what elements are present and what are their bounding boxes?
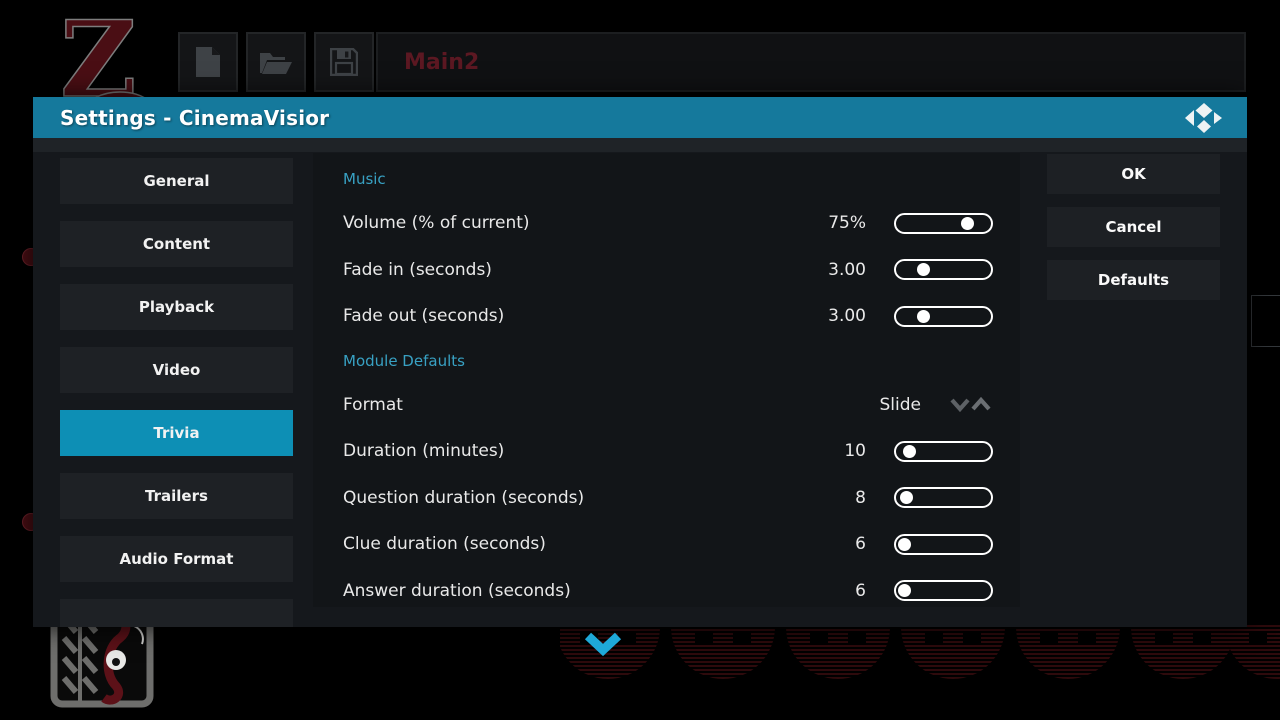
cancel-button[interactable]: Cancel xyxy=(1047,207,1220,247)
dialog-titlebar: Settings - CinemaVisior xyxy=(33,97,1247,138)
kodi-logo-icon xyxy=(1185,103,1223,133)
category-label: Content xyxy=(143,235,210,253)
setting-value: 8 xyxy=(855,488,866,508)
svg-text:Z: Z xyxy=(60,8,137,100)
dialog-actions: OK Cancel Defaults xyxy=(1047,154,1220,313)
slider-knob[interactable] xyxy=(900,491,913,504)
filename-field[interactable]: Main2 xyxy=(376,32,1246,92)
slider-knob[interactable] xyxy=(903,445,916,458)
slider-knob[interactable] xyxy=(917,310,930,323)
category-label: Trivia xyxy=(153,424,199,442)
setting-slider[interactable] xyxy=(894,306,993,327)
section-heading: Music xyxy=(313,158,1020,200)
chevron-down-icon xyxy=(952,400,968,409)
button-label: Defaults xyxy=(1098,271,1169,289)
save-icon xyxy=(330,48,358,76)
category-label: General xyxy=(144,172,210,190)
scroll-down-chevron-icon[interactable] xyxy=(583,631,623,659)
setting-row[interactable]: Fade in (seconds)3.00 xyxy=(313,247,1020,294)
category-label: Playback xyxy=(139,298,214,316)
settings-dialog: Settings - CinemaVisior General Content Pl… xyxy=(33,97,1247,627)
setting-label: Answer duration (seconds) xyxy=(343,581,855,601)
filename-value: Main2 xyxy=(404,50,479,75)
category-sidebar: General Content Playback Video Trivia Trailer… xyxy=(60,158,293,627)
section-heading: Module Defaults xyxy=(313,340,1020,382)
setting-row[interactable]: Fade out (seconds)3.00 xyxy=(313,293,1020,340)
setting-label: Clue duration (seconds) xyxy=(343,534,855,554)
ok-button[interactable]: OK xyxy=(1047,154,1220,194)
setting-value: 3.00 xyxy=(828,306,866,326)
sidebar-category-video[interactable]: Video xyxy=(60,347,293,393)
setting-value: 75% xyxy=(828,213,866,233)
open-folder-icon xyxy=(259,49,293,75)
setting-row[interactable]: Answer duration (seconds)6 xyxy=(313,568,1020,615)
new-file-icon xyxy=(194,46,222,78)
background-edge-box xyxy=(1251,295,1280,347)
sidebar-category-audio-format[interactable]: Audio Format xyxy=(60,536,293,582)
setting-slider[interactable] xyxy=(894,580,993,601)
setting-value: 6 xyxy=(855,581,866,601)
button-label: OK xyxy=(1121,165,1145,183)
setting-label: Duration (minutes) xyxy=(343,441,844,461)
dialog-top-strip xyxy=(33,138,1247,152)
setting-label: Fade in (seconds) xyxy=(343,260,828,280)
setting-slider[interactable] xyxy=(894,213,993,234)
setting-label: Volume (% of current) xyxy=(343,213,828,233)
button-label: Cancel xyxy=(1105,218,1161,236)
setting-row[interactable]: Duration (minutes)10 xyxy=(313,428,1020,475)
sidebar-category-general[interactable]: General xyxy=(60,158,293,204)
setting-label: Format xyxy=(343,395,880,415)
setting-value: Slide xyxy=(880,395,922,415)
setting-slider[interactable] xyxy=(894,534,993,555)
setting-row[interactable]: Volume (% of current)75% xyxy=(313,200,1020,247)
slider-knob[interactable] xyxy=(898,538,911,551)
settings-panel: MusicVolume (% of current)75%Fade in (se… xyxy=(313,153,1020,607)
chevron-up-icon xyxy=(973,400,989,409)
category-label: Video xyxy=(153,361,201,379)
dialog-title: Settings - CinemaVisior xyxy=(60,106,329,130)
sidebar-category-trailers[interactable]: Trailers xyxy=(60,473,293,519)
setting-row[interactable]: FormatSlide xyxy=(313,382,1020,429)
save-file-button[interactable] xyxy=(314,32,374,92)
background-scanlines xyxy=(560,625,1280,720)
sidebar-category-content[interactable]: Content xyxy=(60,221,293,267)
setting-label: Question duration (seconds) xyxy=(343,488,855,508)
slider-knob[interactable] xyxy=(917,263,930,276)
new-file-button[interactable] xyxy=(178,32,238,92)
category-label: Audio Format xyxy=(120,550,234,568)
setting-value: 6 xyxy=(855,534,866,554)
slider-knob[interactable] xyxy=(961,217,974,230)
setting-row[interactable]: Question duration (seconds)8 xyxy=(313,475,1020,522)
setting-slider[interactable] xyxy=(894,441,993,462)
open-file-button[interactable] xyxy=(246,32,306,92)
setting-slider[interactable] xyxy=(894,487,993,508)
setting-slider[interactable] xyxy=(894,259,993,280)
sidebar-category-partial[interactable] xyxy=(60,599,293,627)
sidebar-category-playback[interactable]: Playback xyxy=(60,284,293,330)
slider-knob[interactable] xyxy=(898,584,911,597)
defaults-button[interactable]: Defaults xyxy=(1047,260,1220,300)
setting-value: 10 xyxy=(844,441,866,461)
category-label: Trailers xyxy=(145,487,208,505)
sidebar-category-trivia[interactable]: Trivia xyxy=(60,410,293,456)
setting-value: 3.00 xyxy=(828,260,866,280)
setting-spinner[interactable] xyxy=(949,396,993,413)
setting-row[interactable]: Clue duration (seconds)6 xyxy=(313,521,1020,568)
setting-label: Fade out (seconds) xyxy=(343,306,828,326)
